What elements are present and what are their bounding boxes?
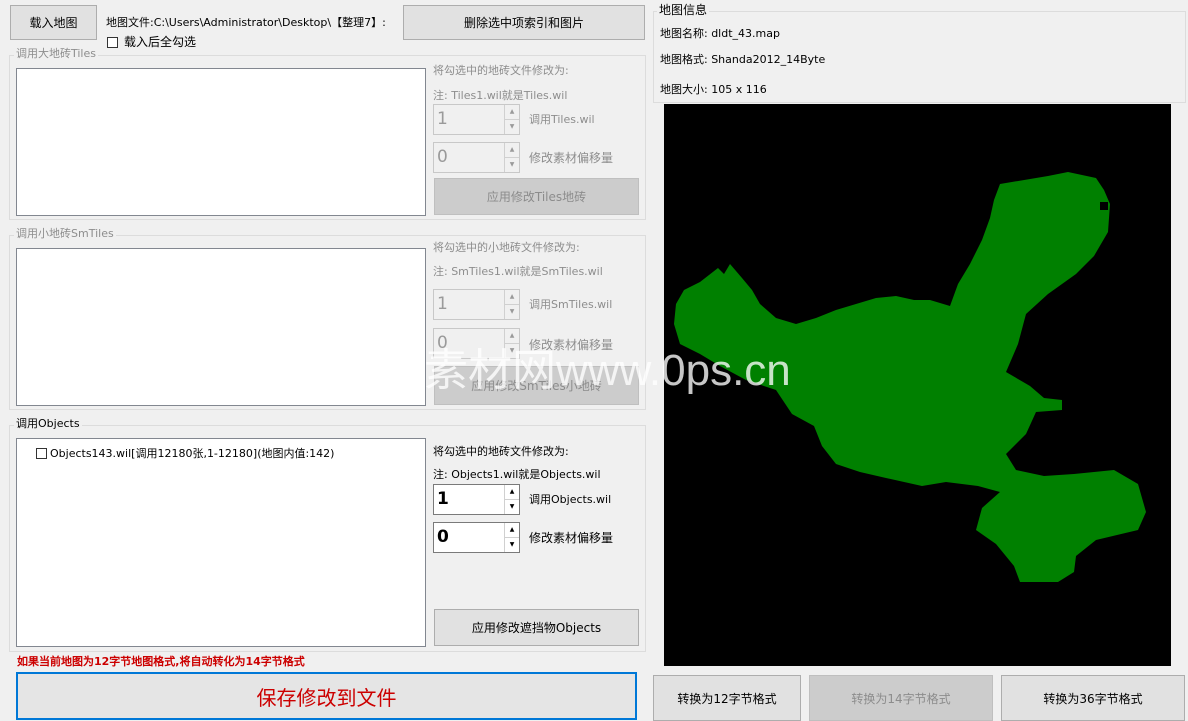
delete-selected-button[interactable]: 删除选中项索引和图片 <box>403 5 645 40</box>
smtiles-file-stepper[interactable]: 1 ▲ ▼ <box>433 289 520 320</box>
convert-36-button[interactable]: 转换为36字节格式 <box>1001 675 1185 721</box>
objects-group-title: 调用Objects <box>14 417 82 430</box>
objects-listbox[interactable]: Objects143.wil[调用12180张,1-12180](地图内值:14… <box>16 438 426 647</box>
spin-up-icon[interactable]: ▲ <box>505 143 519 158</box>
spin-up-icon[interactable]: ▲ <box>505 329 519 344</box>
apply-objects-button[interactable]: 应用修改遮挡物Objects <box>434 609 639 646</box>
spin-up-icon[interactable]: ▲ <box>505 523 519 538</box>
tiles-offset-value: 0 <box>437 147 448 167</box>
select-all-checkbox[interactable] <box>107 37 118 48</box>
objects-note: 注: Objects1.wil就是Objects.wil <box>433 468 601 481</box>
spin-down-icon[interactable]: ▼ <box>505 305 519 320</box>
map-size: 地图大小: 105 x 116 <box>660 83 767 96</box>
objects-offset-label: 修改素材偏移量 <box>529 531 614 545</box>
spin-up-icon[interactable]: ▲ <box>505 485 519 500</box>
smtiles-file-value: 1 <box>437 294 448 314</box>
objects-modify-label: 将勾选中的地砖文件修改为: <box>433 445 569 458</box>
save-button[interactable]: 保存修改到文件 <box>16 672 637 720</box>
map-name: 地图名称: dldt_43.map <box>660 27 780 40</box>
map-info-title: 地图信息 <box>657 3 710 17</box>
load-map-button[interactable]: 载入地图 <box>10 5 97 40</box>
spin-down-icon[interactable]: ▼ <box>505 500 519 515</box>
tiles-group-title: 调用大地砖Tiles <box>14 47 98 60</box>
objects-file-label: 调用Objects.wil <box>529 493 612 506</box>
apply-tiles-button[interactable]: 应用修改Tiles地砖 <box>434 178 639 215</box>
smtiles-file-label: 调用SmTiles.wil <box>529 298 613 311</box>
map-format: 地图格式: Shanda2012_14Byte <box>660 53 826 66</box>
spin-down-icon[interactable]: ▼ <box>505 158 519 173</box>
tiles-file-label: 调用Tiles.wil <box>529 113 595 126</box>
smtiles-listbox[interactable] <box>16 248 426 406</box>
objects-offset-stepper[interactable]: 0 ▲ ▼ <box>433 522 520 553</box>
spin-down-icon[interactable]: ▼ <box>505 120 519 135</box>
tiles-listbox[interactable] <box>16 68 426 216</box>
spin-up-icon[interactable]: ▲ <box>505 290 519 305</box>
objects-file-value: 1 <box>437 489 449 509</box>
convert-12-button[interactable]: 转换为12字节格式 <box>653 675 801 721</box>
map-file-label: 地图文件:C:\Users\Administrator\Desktop\【整理7… <box>106 16 386 29</box>
objects-offset-value: 0 <box>437 527 449 547</box>
smtiles-group-title: 调用小地砖SmTiles <box>14 227 116 240</box>
format-warning: 如果当前地图为12字节地图格式,将自动转化为14字节格式 <box>17 655 305 668</box>
smtiles-modify-label: 将勾选中的小地砖文件修改为: <box>433 241 580 254</box>
tiles-note: 注: Tiles1.wil就是Tiles.wil <box>433 89 568 102</box>
list-item-checkbox[interactable] <box>36 447 47 459</box>
smtiles-note: 注: SmTiles1.wil就是SmTiles.wil <box>433 265 603 278</box>
list-item-label: Objects143.wil[调用12180张,1-12180](地图内值:14… <box>50 447 335 460</box>
convert-14-button[interactable]: 转换为14字节格式 <box>809 675 993 721</box>
tiles-offset-label: 修改素材偏移量 <box>529 151 614 165</box>
tiles-file-value: 1 <box>437 109 448 129</box>
watermark-text: 素材网www.0ps.cn <box>424 346 791 395</box>
tiles-file-stepper[interactable]: 1 ▲ ▼ <box>433 104 520 135</box>
tiles-modify-label: 将勾选中的地砖文件修改为: <box>433 64 569 77</box>
tiles-offset-stepper[interactable]: 0 ▲ ▼ <box>433 142 520 173</box>
spin-up-icon[interactable]: ▲ <box>505 105 519 120</box>
list-item[interactable]: Objects143.wil[调用12180张,1-12180](地图内值:14… <box>36 445 334 461</box>
select-all-label: 载入后全勾选 <box>124 35 197 49</box>
spin-down-icon[interactable]: ▼ <box>505 538 519 553</box>
objects-file-stepper[interactable]: 1 ▲ ▼ <box>433 484 520 515</box>
